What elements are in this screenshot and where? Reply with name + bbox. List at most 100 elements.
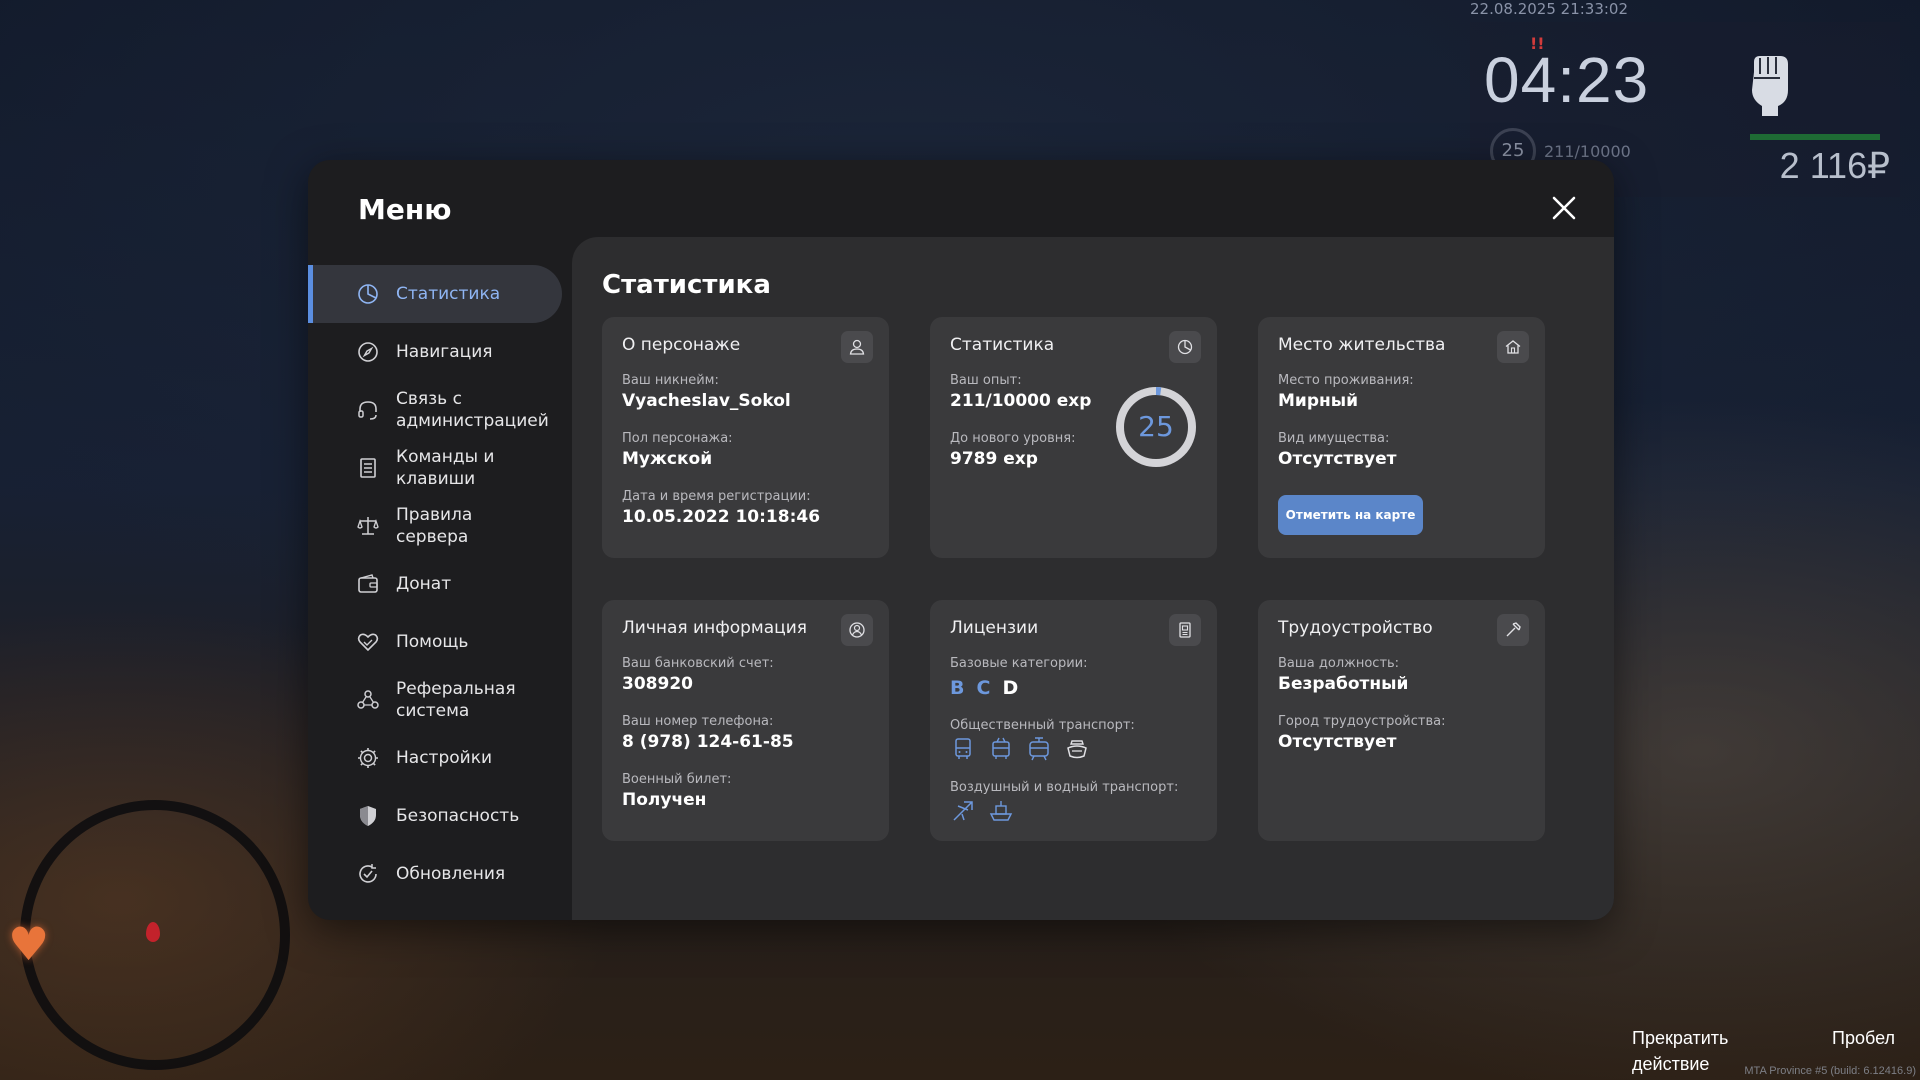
place-label: Место проживания: (1278, 373, 1414, 388)
air-water-icons (950, 798, 1014, 824)
page-title: Статистика (602, 270, 771, 300)
card-licenses: Лицензии Базовые категории: B C D Общест… (930, 600, 1217, 841)
pie-chart-icon (358, 284, 378, 304)
category-d: D (1002, 677, 1019, 699)
property-label: Вид имущества: (1278, 431, 1390, 446)
sidebar-item-label: Связь с администрацией (396, 389, 549, 431)
sidebar-item-rules[interactable]: Правила сервера (308, 497, 562, 555)
card-personal: Личная информация Ваш банковский счет: 3… (602, 600, 889, 841)
sidebar-item-label: Навигация (396, 342, 493, 362)
steering-wheel (20, 800, 290, 1070)
sidebar-item-label: Реферальная система (396, 679, 516, 721)
user-icon (841, 331, 873, 363)
taxi-icon (1067, 740, 1087, 759)
hud-datetime: 22.08.2025 21:33:02 (1470, 0, 1629, 18)
people-network-icon (357, 690, 379, 709)
sidebar-item-admin-contact[interactable]: Связь с администрацией (308, 381, 562, 439)
gender-label: Пол персонажа: (622, 431, 733, 446)
card-statistics: Статистика Ваш опыт: 211/10000 exp До но… (930, 317, 1217, 558)
card-title: Статистика (950, 335, 1055, 355)
sidebar-item-referral[interactable]: Реферальная система (308, 671, 562, 729)
house-icon (1497, 331, 1529, 363)
sidebar-item-donate[interactable]: Донат (308, 555, 562, 613)
pie-chart-icon (1169, 331, 1201, 363)
hud-money: 2 116₽ (1779, 145, 1890, 186)
refresh-check-icon (359, 864, 377, 883)
sidebar-item-label: Команды и клавиши (396, 447, 495, 489)
position-label: Ваша должность: (1278, 656, 1400, 671)
menu-window: Меню Статистика Навигация Связь с админи… (308, 160, 1614, 920)
category-b: B (950, 677, 965, 699)
nickname-value: Vyacheslav_Sokol (622, 391, 791, 411)
heart-handshake-icon (357, 633, 379, 652)
gender-value: Мужской (622, 449, 713, 469)
card-title: Трудоустройство (1278, 618, 1433, 638)
document-list-icon (360, 458, 376, 478)
plane-icon (953, 801, 973, 821)
bank-label: Ваш банковский счет: (622, 656, 774, 671)
health-bar (1750, 134, 1880, 140)
license-categories: B C D (950, 676, 1018, 700)
cancel-action-hint: Прекратить действие (1632, 1028, 1729, 1074)
level-value: 25 (1138, 410, 1174, 443)
public-transport-label: Общественный транспорт: (950, 718, 1135, 733)
property-value: Отсутствует (1278, 449, 1397, 469)
wallet-icon (358, 574, 378, 593)
exp-value: 211/10000 exp (950, 391, 1092, 411)
compass-icon (358, 342, 378, 362)
gear-icon (358, 748, 378, 768)
next-level-value: 9789 exp (950, 449, 1038, 469)
card-title: Личная информация (622, 618, 808, 638)
health-heart-icon: ♥ (8, 917, 50, 971)
air-water-label: Воздушный и водный транспорт: (950, 780, 1179, 795)
hammer-icon (1497, 614, 1529, 646)
sidebar-item-label: Донат (396, 574, 452, 594)
sidebar-item-label: Безопасность (396, 806, 520, 826)
job-city-label: Город трудоустройства: (1278, 714, 1446, 729)
next-level-label: До нового уровня: (950, 431, 1076, 446)
card-title: О персонаже (622, 335, 741, 355)
card-residence: Место жительства Место проживания: Мирны… (1258, 317, 1545, 558)
job-city-value: Отсутствует (1278, 732, 1397, 752)
phone-value: 8 (978) 124-61-85 (622, 732, 794, 752)
place-value: Мирный (1278, 391, 1359, 411)
card-character: О персонаже Ваш никнейм: Vyacheslav_Soko… (602, 317, 889, 558)
sidebar-item-navigation[interactable]: Навигация (308, 323, 562, 381)
sidebar-item-statistics[interactable]: Статистика (308, 265, 562, 323)
bank-value: 308920 (622, 674, 693, 694)
base-categories-label: Базовые категории: (950, 656, 1088, 671)
trolleybus-icon (992, 737, 1010, 759)
sidebar: Статистика Навигация Связь с администрац… (308, 265, 570, 920)
nickname-label: Ваш никнейм: (622, 373, 719, 388)
position-value: Безработный (1278, 674, 1409, 694)
mark-on-map-button[interactable]: Отметить на карте (1278, 495, 1423, 535)
menu-title: Меню (358, 193, 452, 226)
sidebar-item-label: Настройки (396, 748, 493, 768)
sidebar-item-label: Статистика (396, 284, 501, 304)
sidebar-item-updates[interactable]: Обновления (308, 845, 562, 903)
shield-icon (360, 806, 376, 826)
bus-icon (955, 738, 971, 759)
card-title: Место жительства (1278, 335, 1446, 355)
map-marker-icon (146, 922, 160, 942)
military-label: Военный билет: (622, 772, 732, 787)
fist-icon (1740, 50, 1800, 120)
license-card-icon (1169, 614, 1201, 646)
military-value: Получен (622, 790, 707, 810)
sidebar-item-label: Помощь (396, 632, 469, 652)
boat-icon (989, 801, 1013, 821)
content-panel: Статистика О персонаже Ваш никнейм: Vyac… (572, 237, 1614, 920)
close-icon[interactable] (1548, 192, 1580, 224)
build-info: MTA Province #5 (build: 6.12416.9) (1744, 1065, 1916, 1077)
space-key-hint: Пробел (1832, 1028, 1895, 1048)
hud-clock: 04:23 (1484, 44, 1650, 116)
sidebar-item-label: Обновления (396, 864, 506, 884)
tram-icon (1029, 737, 1049, 761)
registration-label: Дата и время регистрации: (622, 489, 811, 504)
card-title: Лицензии (950, 618, 1039, 638)
sidebar-item-security[interactable]: Безопасность (308, 787, 562, 845)
sidebar-item-help[interactable]: Помощь (308, 613, 562, 671)
sidebar-item-settings[interactable]: Настройки (308, 729, 562, 787)
sidebar-item-commands[interactable]: Команды и клавиши (308, 439, 562, 497)
card-employment: Трудоустройство Ваша должность: Безработ… (1258, 600, 1545, 841)
